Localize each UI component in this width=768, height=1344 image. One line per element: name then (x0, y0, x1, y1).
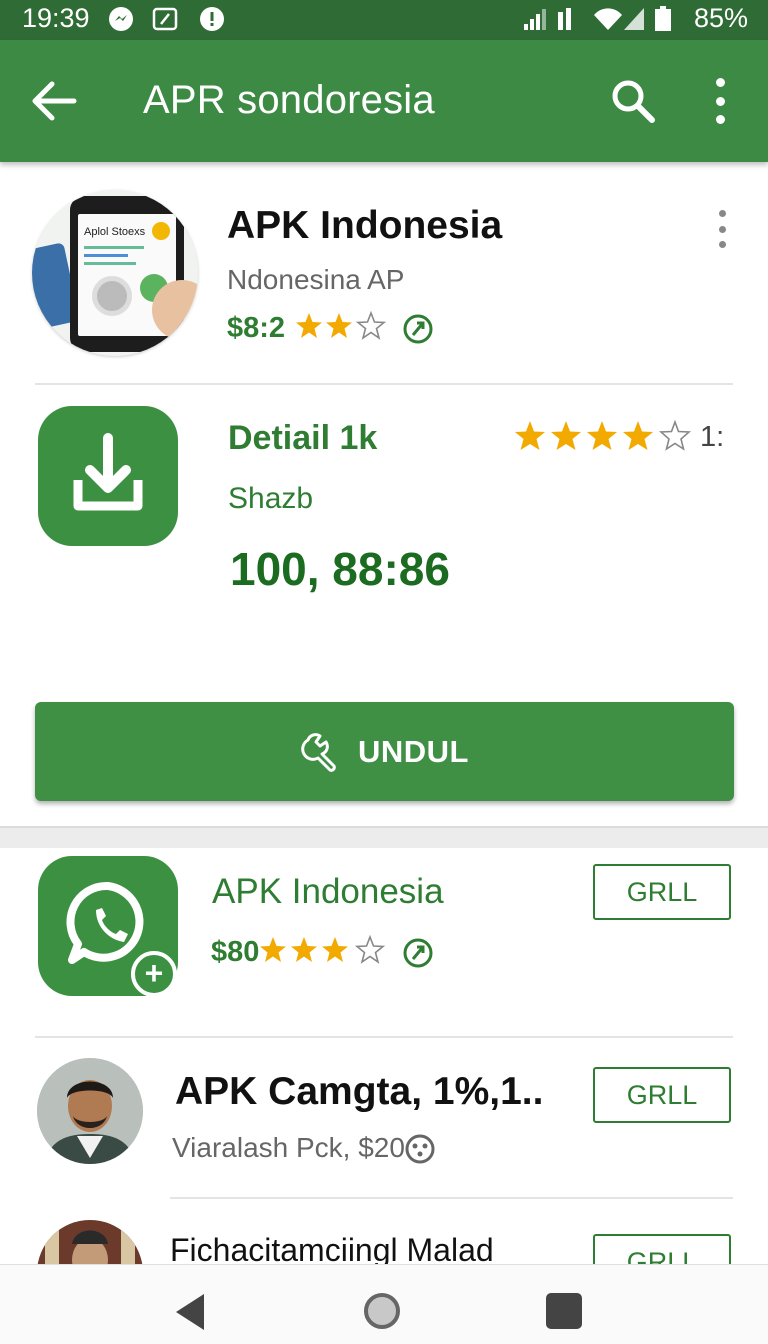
featured-app-price: $8:2 (227, 312, 286, 344)
featured-app-developer: Ndonesina AP (227, 264, 405, 295)
editor-choice-icon (403, 314, 433, 344)
detail-subtitle: Shazb (228, 482, 314, 515)
detail-rating-stars (515, 419, 692, 451)
list-item-rating-stars (260, 934, 386, 964)
settings-badge-icon (405, 1134, 435, 1164)
app-screenshot-thumbnail[interactable]: Aplol Stoexs (32, 190, 198, 356)
screenshot-text: Aplol Stoexs (84, 226, 146, 238)
signal-icon (524, 9, 546, 30)
battery-icon (655, 6, 671, 31)
download-app-icon[interactable] (38, 406, 178, 546)
wifi-icon (594, 8, 644, 30)
list-item-subtitle: Viaralash Pck, $20 (172, 1132, 405, 1163)
person-avatar-image (37, 1058, 143, 1164)
star-empty-icon (354, 934, 386, 964)
signal-2-icon (558, 8, 571, 30)
star-filled-icon (623, 421, 653, 450)
section-separator (0, 826, 768, 848)
back-arrow-icon[interactable] (30, 80, 78, 122)
install-button-label: UNDUL (358, 733, 469, 769)
page-title: APR sondoresia (143, 78, 435, 122)
star-filled-icon (296, 313, 322, 338)
wrench-icon (301, 732, 336, 772)
nav-home-icon[interactable] (364, 1293, 400, 1329)
detail-download-count: 100, 88:86 (230, 543, 450, 595)
nav-back-icon[interactable] (174, 1292, 206, 1332)
download-icon (73, 433, 143, 511)
divider (35, 1036, 733, 1038)
list-item-title[interactable]: APK Camgta, 1%,1.. (175, 1070, 543, 1114)
divider (170, 1197, 733, 1199)
get-button-label: GRLL (626, 876, 698, 907)
gallery-icon (152, 7, 178, 31)
star-filled-icon (515, 421, 545, 450)
install-button[interactable]: UNDUL (35, 702, 734, 801)
battery-percent: 85% (693, 3, 748, 33)
system-nav-bar (0, 1264, 768, 1344)
star-filled-icon (326, 313, 352, 338)
star-empty-icon (355, 310, 387, 340)
star-empty-icon (658, 419, 692, 451)
star-filled-icon (322, 937, 348, 962)
overflow-menu-icon[interactable] (708, 78, 732, 124)
status-bar: 19:39 85% (0, 0, 768, 40)
star-filled-icon (587, 421, 617, 450)
alert-icon (200, 7, 224, 31)
list-item-title[interactable]: APK Indonesia (212, 872, 444, 912)
avatar[interactable] (37, 1058, 143, 1164)
featured-more-icon[interactable] (712, 210, 732, 248)
search-icon[interactable] (610, 78, 656, 124)
featured-app-title[interactable]: APK Indonesia (227, 204, 502, 248)
get-button[interactable]: GRLL (593, 864, 731, 920)
get-button[interactable]: GRLL (593, 1067, 731, 1123)
add-icon: + (131, 951, 177, 997)
nav-recents-icon[interactable] (546, 1293, 582, 1329)
detail-rating-count: 1: (700, 421, 725, 453)
featured-rating-stars (296, 310, 387, 340)
star-filled-icon (260, 937, 286, 962)
divider (35, 383, 733, 385)
star-filled-icon (291, 937, 317, 962)
app-bar: APR sondoresia (0, 40, 768, 162)
detail-title: Detiail 1k (228, 419, 378, 457)
star-filled-icon (551, 421, 581, 450)
editor-choice-icon (403, 938, 433, 968)
messenger-icon (109, 7, 133, 31)
status-time: 19:39 (22, 3, 90, 33)
get-button-label: GRLL (626, 1079, 698, 1110)
list-item-price: $80 (211, 936, 260, 968)
